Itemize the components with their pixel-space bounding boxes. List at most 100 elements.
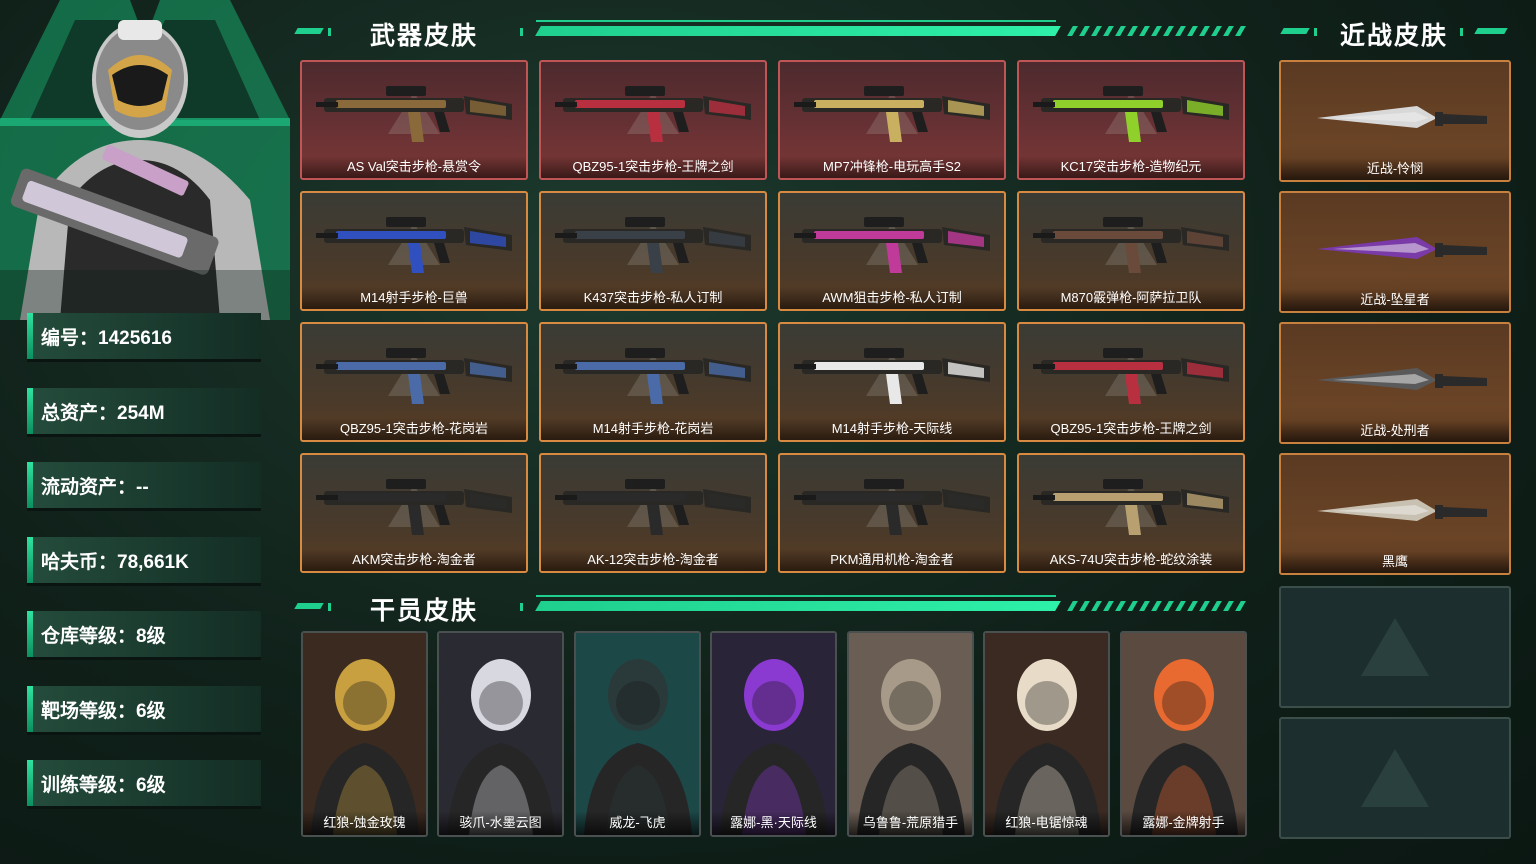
weapon-image: [1033, 86, 1229, 142]
melee-skin-name: 近战-坠星者: [1281, 289, 1509, 311]
weapon-skin-card[interactable]: AWM狙击步枪-私人订制: [778, 191, 1006, 311]
operator-portrait-image: [985, 633, 1108, 835]
weapon-skin-name: AS Val突击步枪-悬赏令: [302, 156, 526, 178]
melee-skin-name: 近战-怜悯: [1281, 158, 1509, 180]
weapon-image: [1033, 348, 1229, 404]
operator-skin-card[interactable]: 威龙-飞虎: [574, 631, 701, 837]
operator-portrait-image: [712, 633, 835, 835]
operators-section-title: 干员皮肤: [370, 597, 479, 625]
operator-skin-name: 骇爪-水墨云图: [439, 811, 562, 835]
weapon-skin-name: M14射手步枪-天际线: [780, 418, 1004, 440]
weapon-skin-card[interactable]: MP7冲锋枪-电玩高手S2: [778, 60, 1006, 180]
weapon-skin-name: QBZ95-1突击步枪-王牌之剑: [541, 156, 765, 178]
weapon-image: [316, 348, 512, 404]
weapon-skin-name: MP7冲锋枪-电玩高手S2: [780, 156, 1004, 178]
operator-portrait: [0, 0, 290, 320]
weapon-skin-name: AKS-74U突击步枪-蛇纹涂装: [1019, 549, 1243, 571]
weapon-image: [316, 217, 512, 273]
weapon-image: [1033, 479, 1229, 535]
melee-skin-card[interactable]: 近战-怜悯: [1279, 60, 1511, 182]
operator-skin-card[interactable]: 露娜-黑·天际线: [710, 631, 837, 837]
weapon-image: [316, 479, 512, 535]
stat-training-level: 训练等级：6级: [27, 760, 261, 809]
stat-range-level-text: 靶场等级：6级: [41, 701, 166, 722]
stat-training-level-text: 训练等级：6级: [41, 775, 166, 796]
weapon-skin-name: AKM突击步枪-淘金者: [302, 549, 526, 571]
operator-skin-card[interactable]: 红狼-蚀金玫瑰: [301, 631, 428, 837]
weapon-image: [555, 217, 751, 273]
operator-skin-name: 露娜-黑·天际线: [712, 811, 835, 835]
weapon-skin-name: QBZ95-1突击步枪-花岗岩: [302, 418, 526, 440]
melee-skin-name: 黑鹰: [1281, 551, 1509, 573]
operator-skin-card[interactable]: 露娜-金牌射手: [1120, 631, 1247, 837]
melee-section-header: 近战皮肤: [1278, 10, 1518, 50]
weapon-skin-card[interactable]: QBZ95-1突击步枪-花岗岩: [300, 322, 528, 442]
weapon-skin-card[interactable]: AKM突击步枪-淘金者: [300, 453, 528, 573]
weapon-skin-name: PKM通用机枪-淘金者: [780, 549, 1004, 571]
operator-portrait-image: [1122, 633, 1245, 835]
operator-skin-name: 乌鲁鲁-荒原猎手: [849, 811, 972, 835]
empty-melee-slot[interactable]: [1279, 586, 1511, 708]
operator-skin-name: 红狼-蚀金玫瑰: [303, 811, 426, 835]
knife-image: [1317, 368, 1487, 390]
weapon-image: [794, 479, 990, 535]
operators-section-header: 干员皮肤: [290, 585, 1250, 625]
stat-warehouse-level: 仓库等级：8级: [27, 611, 261, 660]
weapon-image: [794, 217, 990, 273]
operator-portrait-image: [303, 633, 426, 835]
weapon-image: [1033, 217, 1229, 273]
weapon-skin-card[interactable]: AKS-74U突击步枪-蛇纹涂装: [1017, 453, 1245, 573]
knife-image: [1317, 237, 1487, 259]
weapon-skin-name: M14射手步枪-巨兽: [302, 287, 526, 309]
operator-skin-name: 威龙-飞虎: [576, 811, 699, 835]
weapon-skin-card[interactable]: KC17突击步枪-造物纪元: [1017, 60, 1245, 180]
weapon-skin-name: K437突击步枪-私人订制: [541, 287, 765, 309]
weapons-section-header: 武器皮肤: [290, 10, 1250, 50]
weapon-skin-card[interactable]: AK-12突击步枪-淘金者: [539, 453, 767, 573]
placeholder-logo-icon: [1361, 749, 1429, 807]
melee-skin-name: 近战-处刑者: [1281, 420, 1509, 442]
weapon-skin-card[interactable]: M870霰弹枪-阿萨拉卫队: [1017, 191, 1245, 311]
stat-id: 编号：1425616: [27, 313, 261, 362]
weapon-skin-card[interactable]: M14射手步枪-巨兽: [300, 191, 528, 311]
weapon-image: [555, 86, 751, 142]
weapon-image: [555, 479, 751, 535]
weapon-skin-name: AWM狙击步枪-私人订制: [780, 287, 1004, 309]
weapon-image: [316, 86, 512, 142]
melee-skin-card[interactable]: 黑鹰: [1279, 453, 1511, 575]
player-panel: 编号：1425616 总资产：254M 流动资产：-- 哈夫币：78,661K …: [0, 0, 290, 864]
stat-id-text: 编号：1425616: [41, 328, 172, 349]
stat-total-assets-text: 总资产：254M: [41, 403, 165, 424]
weapon-skin-name: AK-12突击步枪-淘金者: [541, 549, 765, 571]
weapon-skin-card[interactable]: QBZ95-1突击步枪-王牌之剑: [539, 60, 767, 180]
operator-portrait-image: [849, 633, 972, 835]
stat-range-level: 靶场等级：6级: [27, 686, 261, 735]
stat-haf-coin-text: 哈夫币：78,661K: [41, 552, 189, 573]
weapon-skin-card[interactable]: QBZ95-1突击步枪-王牌之剑: [1017, 322, 1245, 442]
operator-portrait-image: [576, 633, 699, 835]
weapon-skin-name: M14射手步枪-花岗岩: [541, 418, 765, 440]
stat-warehouse-level-text: 仓库等级：8级: [41, 626, 166, 647]
operator-skin-card[interactable]: 乌鲁鲁-荒原猎手: [847, 631, 974, 837]
melee-skin-card[interactable]: 近战-处刑者: [1279, 322, 1511, 444]
operator-portrait-image: [439, 633, 562, 835]
empty-melee-slot[interactable]: [1279, 717, 1511, 839]
operator-skin-card[interactable]: 红狼-电锯惊魂: [983, 631, 1110, 837]
melee-skin-card[interactable]: 近战-坠星者: [1279, 191, 1511, 313]
weapon-skin-card[interactable]: K437突击步枪-私人订制: [539, 191, 767, 311]
knife-image: [1317, 106, 1487, 128]
weapon-image: [794, 86, 990, 142]
weapon-skin-name: KC17突击步枪-造物纪元: [1019, 156, 1243, 178]
operator-skin-name: 露娜-金牌射手: [1122, 811, 1245, 835]
stat-total-assets: 总资产：254M: [27, 388, 261, 437]
weapon-skin-card[interactable]: PKM通用机枪-淘金者: [778, 453, 1006, 573]
weapon-skin-card[interactable]: M14射手步枪-天际线: [778, 322, 1006, 442]
weapon-image: [555, 348, 751, 404]
weapon-skin-card[interactable]: M14射手步枪-花岗岩: [539, 322, 767, 442]
operator-skin-name: 红狼-电锯惊魂: [985, 811, 1108, 835]
stat-liquid-assets: 流动资产：--: [27, 462, 261, 511]
stat-liquid-assets-text: 流动资产：--: [41, 477, 149, 498]
weapon-skin-card[interactable]: AS Val突击步枪-悬赏令: [300, 60, 528, 180]
operator-skin-card[interactable]: 骇爪-水墨云图: [437, 631, 564, 837]
melee-section-title: 近战皮肤: [1340, 22, 1449, 50]
